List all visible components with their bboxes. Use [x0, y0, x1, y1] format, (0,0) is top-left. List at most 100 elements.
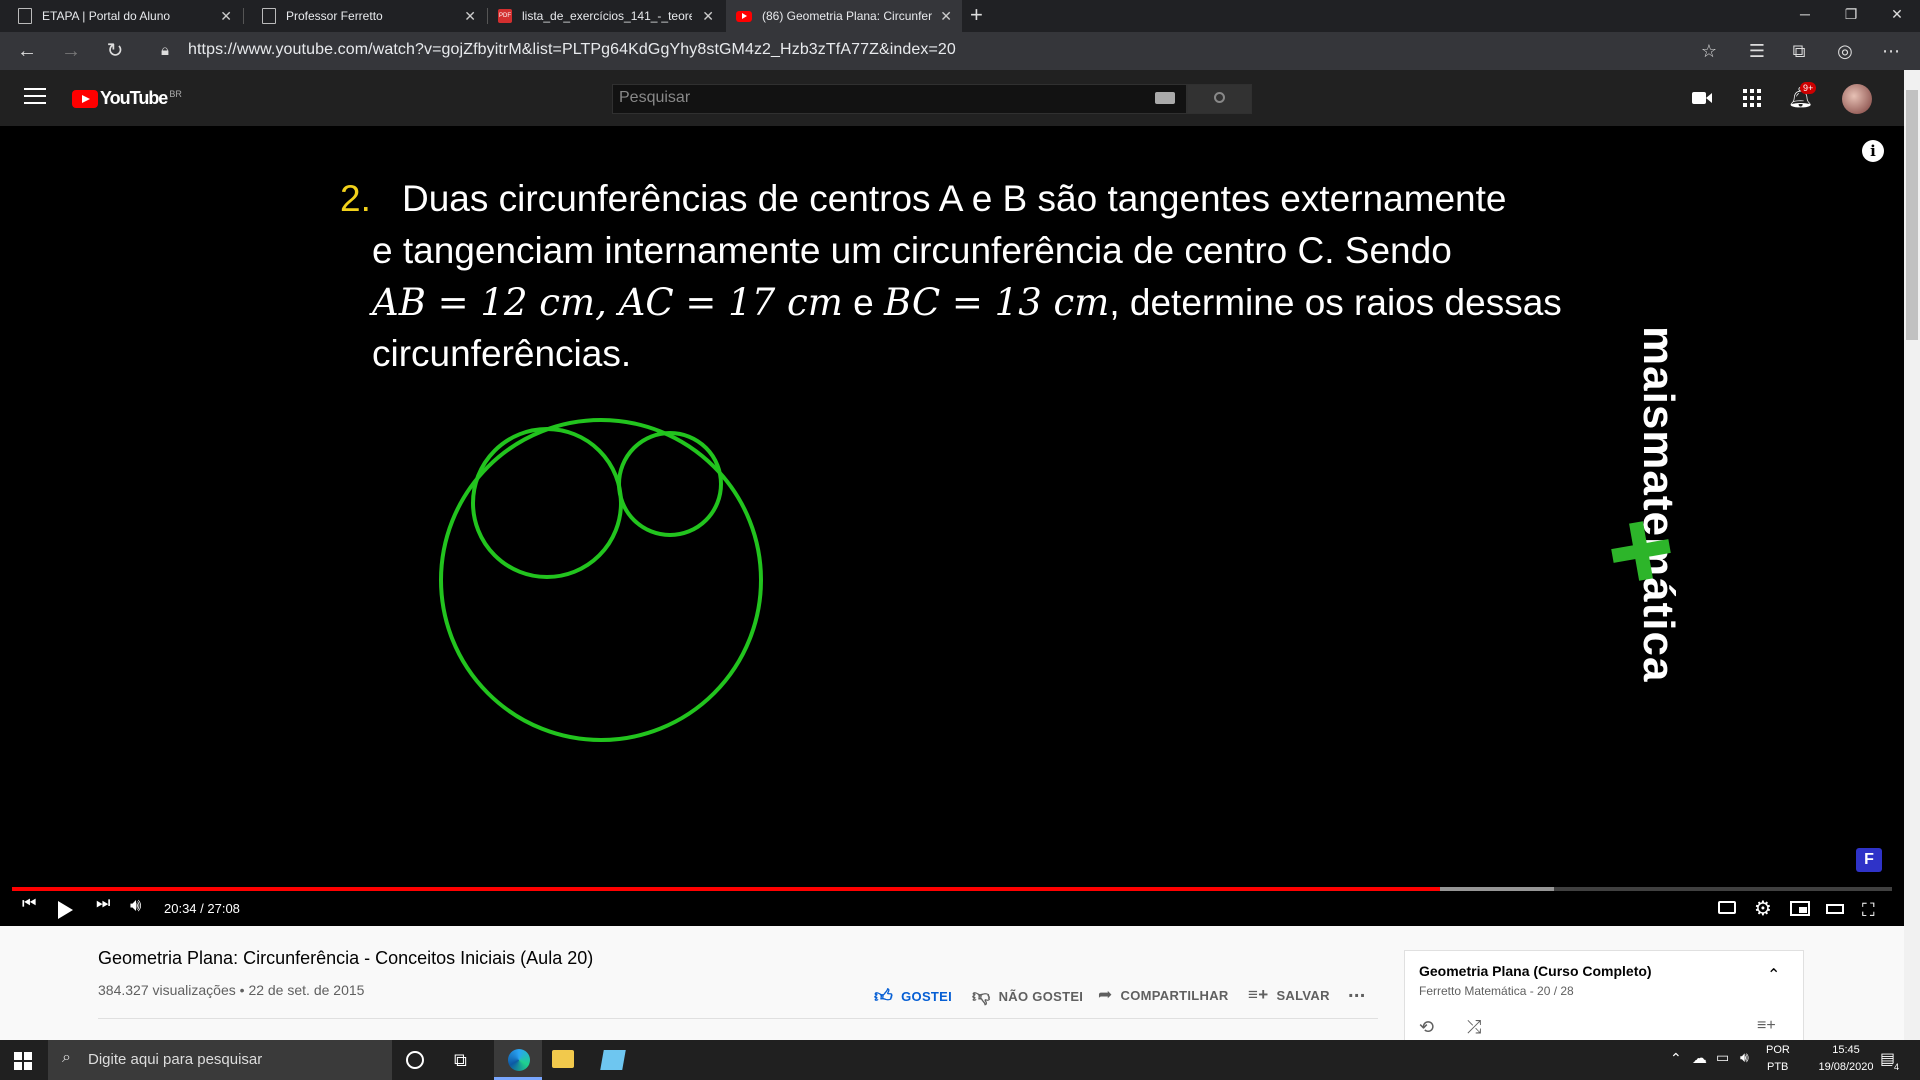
youtube-play-icon [72, 89, 98, 108]
favorite-star-icon[interactable]: ☆ [1696, 38, 1722, 64]
scrollbar-thumb[interactable] [1906, 90, 1918, 340]
save-label: SALVAR [1276, 987, 1330, 1003]
close-window-button[interactable]: ✕ [1874, 0, 1920, 32]
loop-icon[interactable]: ⟲ [1419, 1017, 1434, 1038]
apps-icon[interactable] [1740, 86, 1764, 110]
tab-title: Professor Ferretto [286, 9, 383, 23]
restore-button[interactable]: ❐ [1828, 0, 1874, 32]
more-actions-button[interactable]: ... [1348, 980, 1366, 1003]
circle-a [471, 427, 623, 579]
share-label: COMPARTILHAR [1120, 987, 1229, 1003]
dislike-label: NÃO GOSTEI [998, 988, 1084, 1004]
watermark: maismatemática [1608, 326, 1683, 726]
edge-icon [508, 1049, 530, 1071]
page-icon [262, 8, 276, 24]
tab-ferretto[interactable]: Professor Ferretto ✕ [244, 0, 486, 32]
share-icon: ➦ [1098, 985, 1113, 1004]
address-bar[interactable]: https://www.youtube.com/watch?v=gojZfbyi… [188, 41, 956, 59]
tab-pdf[interactable]: PDF lista_de_exercícios_141_-_teorem ✕ [488, 0, 724, 32]
previous-icon[interactable]: ⏮︎ [22, 895, 36, 925]
app-icon[interactable] [600, 1050, 626, 1070]
back-icon[interactable]: ← [14, 38, 40, 64]
onedrive-icon[interactable]: ☁ [1692, 1049, 1707, 1067]
dislike-button[interactable]: 👎︎ NÃO GOSTEI [972, 985, 1083, 1007]
minimize-button[interactable]: ─ [1782, 0, 1828, 32]
share-button[interactable]: ➦ COMPARTILHAR [1098, 985, 1229, 1005]
forward-icon[interactable]: → [58, 38, 84, 64]
tab-title: (86) Geometria Plana: Circunferê [762, 9, 932, 23]
windows-start-icon[interactable] [14, 1052, 32, 1070]
avatar[interactable] [1842, 84, 1872, 114]
collapse-icon[interactable]: ⌃ [1767, 965, 1780, 985]
profile-icon[interactable]: ◎ [1832, 38, 1858, 64]
tab-youtube[interactable]: (86) Geometria Plana: Circunferê ✕ [726, 0, 962, 32]
add-to-playlist-icon: ≡+ [1248, 985, 1269, 1004]
browser-toolbar: ← → ↻ 🔒︎ https://www.youtube.com/watch?v… [0, 32, 1920, 70]
question-line-3: AB = 12 cm, AC = 17 cm e BC = 13 cm, det… [372, 281, 1562, 324]
video-info: Geometria Plana: Circunferência - Concei… [0, 926, 1904, 1060]
circles-diagram [439, 418, 763, 742]
settings-icon[interactable]: ⚙︎ [1754, 896, 1772, 926]
video-title: Geometria Plana: Circunferência - Concei… [98, 948, 594, 968]
new-tab-button[interactable]: + [970, 2, 983, 28]
close-icon[interactable]: ✕ [464, 8, 476, 25]
notification-badge: 9+ [1800, 82, 1817, 94]
video-meta: 384.327 visualizações • 22 de set. de 20… [98, 982, 365, 998]
thumbs-down-icon: 👎︎ [972, 986, 991, 1006]
divider [98, 1018, 1378, 1019]
keyboard-icon[interactable] [1155, 92, 1175, 104]
question-line-4: circunferências. [372, 333, 632, 374]
youtube-logo[interactable]: YouTube BR [72, 88, 182, 109]
close-icon[interactable]: ✕ [940, 8, 952, 25]
search-button[interactable] [1187, 84, 1252, 114]
playlist-menu-icon[interactable]: ≡+ [1757, 1017, 1776, 1035]
question-number: 2. [340, 178, 371, 219]
network-icon[interactable]: ▭ [1716, 1049, 1729, 1066]
file-explorer-icon[interactable] [552, 1050, 574, 1068]
search-input[interactable]: Pesquisar [612, 84, 1187, 114]
youtube-header: YouTube BR Pesquisar 🔔︎ 9+ [0, 70, 1904, 126]
shuffle-icon[interactable]: ⤮ [1467, 1017, 1481, 1038]
playlist-subtitle: Ferretto Matemática - 20 / 28 [1419, 984, 1574, 998]
clock-time[interactable]: 15:45 [1816, 1044, 1876, 1056]
refresh-icon[interactable]: ↻ [102, 38, 128, 64]
edge-taskbar-button[interactable] [494, 1040, 542, 1080]
cortana-icon[interactable] [406, 1051, 424, 1069]
playlist-title[interactable]: Geometria Plana (Curso Completo) [1419, 963, 1652, 979]
math-connector: e [842, 282, 884, 323]
clock-date[interactable]: 19/08/2020 [1806, 1061, 1886, 1073]
search-icon [1214, 92, 1225, 103]
next-icon[interactable]: ⏭︎ [96, 895, 110, 925]
math-expression-2: BC = 13 cm [883, 281, 1110, 324]
like-button[interactable]: 👍︎ GOSTEI [874, 985, 952, 1007]
volume-icon[interactable]: 🔊︎ [130, 895, 141, 925]
action-center-badge: 4 [1892, 1062, 1902, 1072]
info-icon[interactable]: i [1862, 140, 1884, 162]
tab-etapa[interactable]: ETAPA | Portal do Aluno ✕ [0, 0, 242, 32]
collections-icon[interactable]: ⧉ [1786, 38, 1812, 64]
video-player[interactable]: i 2. Duas circunferências de centros A e… [0, 126, 1904, 926]
play-icon[interactable] [58, 895, 73, 925]
question-line-1: Duas circunferências de centros A e B sã… [402, 178, 1507, 219]
speaker-icon[interactable]: 🔊︎ [1740, 1049, 1749, 1066]
save-button[interactable]: ≡+ SALVAR [1248, 985, 1330, 1005]
show-hidden-icons[interactable]: ⌃ [1670, 1050, 1682, 1067]
close-icon[interactable]: ✕ [702, 8, 714, 25]
more-icon[interactable]: ⋯ [1878, 38, 1904, 64]
taskbar-search[interactable]: ⌕ Digite aqui para pesquisar [48, 1040, 392, 1080]
like-label: GOSTEI [901, 988, 953, 1004]
language-indicator-top[interactable]: POR [1766, 1044, 1790, 1056]
menu-icon[interactable] [24, 88, 46, 104]
tab-title: lista_de_exercícios_141_-_teorem [522, 9, 692, 23]
question-line-3-text: , determine os raios dessas [1109, 282, 1562, 323]
channel-watermark-icon[interactable]: F [1856, 848, 1882, 872]
favorites-icon[interactable]: ☰ [1744, 38, 1770, 64]
page-icon [18, 8, 32, 24]
create-video-icon[interactable] [1690, 86, 1714, 110]
outer-circle [439, 418, 763, 742]
task-view-icon[interactable]: ⧉ [454, 1050, 467, 1071]
language-indicator-bottom[interactable]: PTB [1767, 1061, 1788, 1073]
browser-tabstrip: ETAPA | Portal do Aluno ✕ Professor Ferr… [0, 0, 1920, 32]
close-icon[interactable]: ✕ [220, 8, 232, 25]
lock-icon[interactable]: 🔒︎ [152, 38, 178, 64]
